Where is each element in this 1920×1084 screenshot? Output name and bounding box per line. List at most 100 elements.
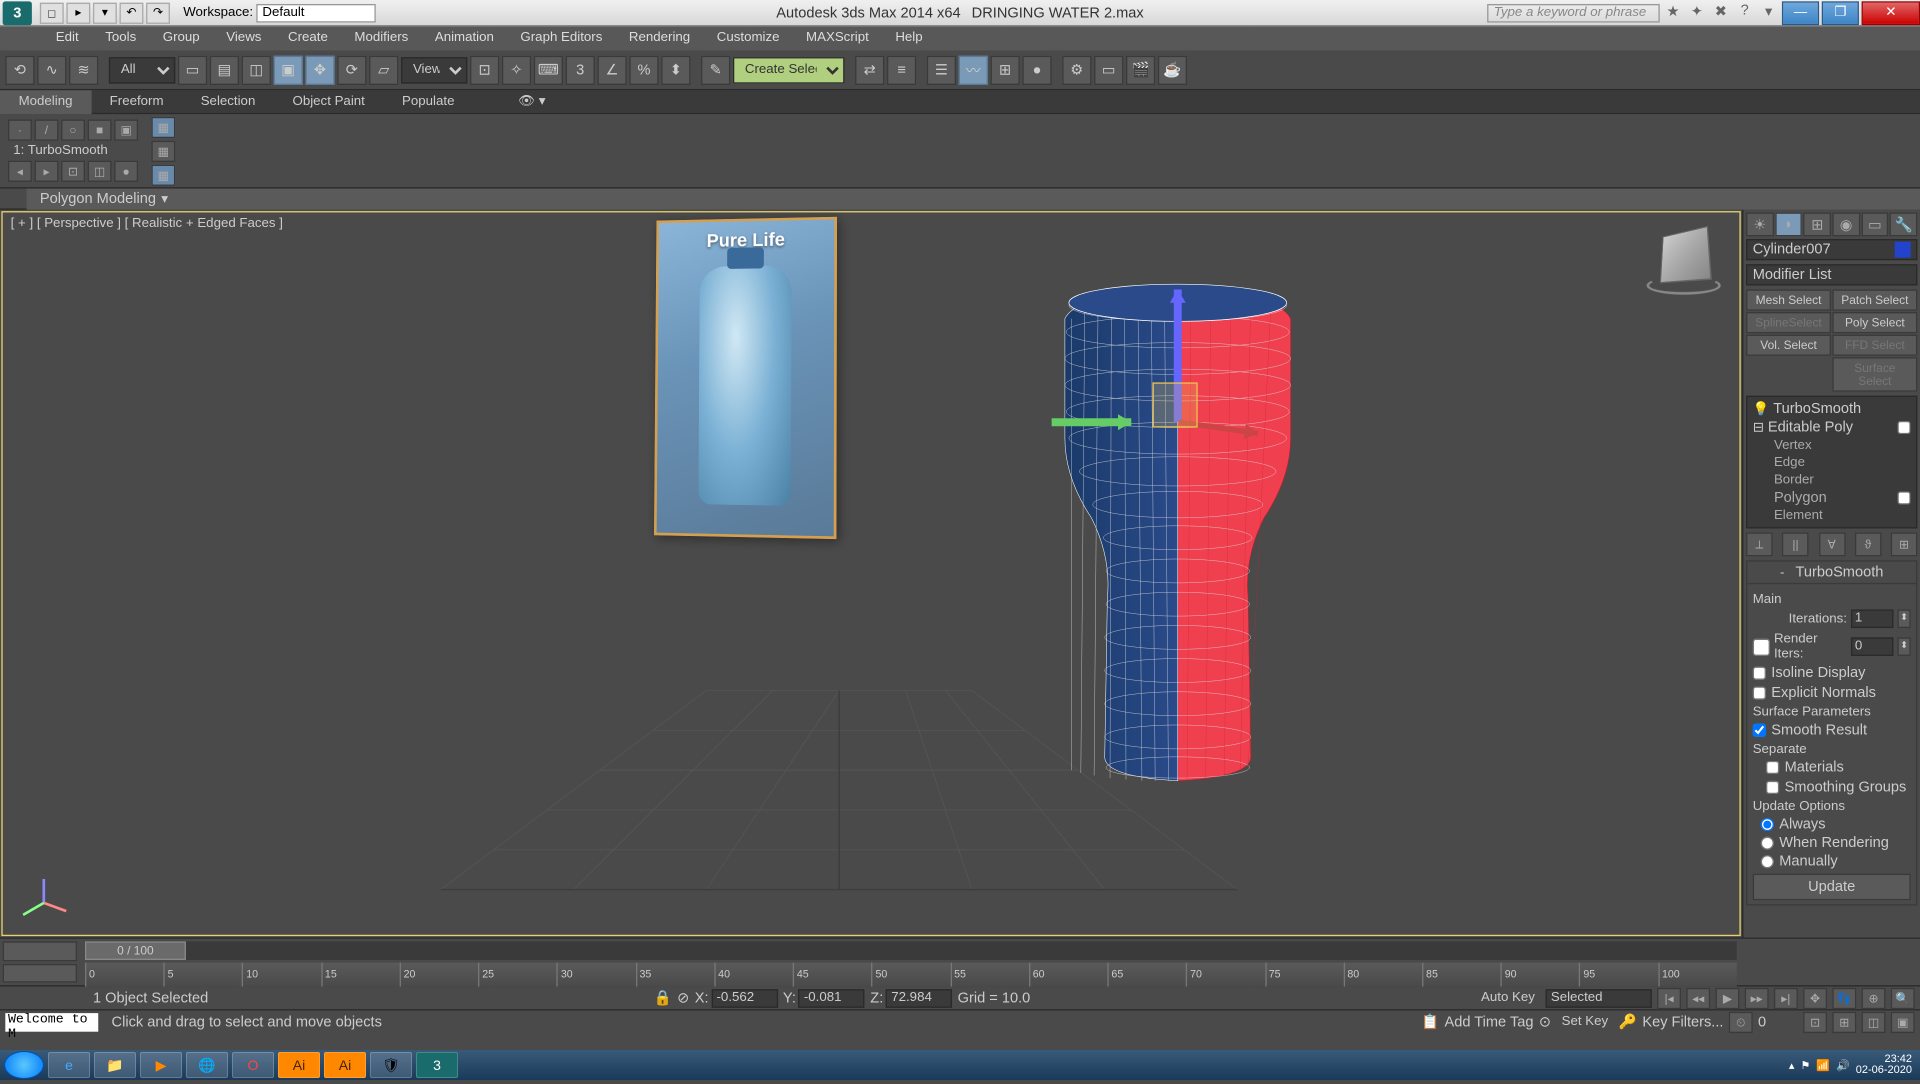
task-ai1-icon[interactable]: Ai [278, 1052, 320, 1078]
help-icon[interactable]: ? [1734, 2, 1755, 23]
rp-cage-icon[interactable]: ◫ [88, 161, 112, 182]
update-button[interactable]: Update [1753, 874, 1911, 901]
nav-zoom-icon[interactable]: 🔍 [1891, 987, 1915, 1008]
minimize-button[interactable]: — [1782, 1, 1819, 25]
object-name-field[interactable]: Cylinder007 [1746, 239, 1917, 260]
rollout-header[interactable]: - TurboSmooth [1747, 562, 1916, 585]
tray-net-icon[interactable]: 📶 [1816, 1059, 1830, 1072]
isolate-icon[interactable]: ⊙ [1539, 1013, 1551, 1030]
modifier-list-dropdown[interactable]: Modifier List [1746, 264, 1917, 285]
menu-rendering[interactable]: Rendering [616, 27, 704, 51]
teapot-icon[interactable]: ☕ [1158, 55, 1187, 84]
start-button[interactable] [4, 1051, 44, 1079]
tab-selection[interactable]: Selection [182, 90, 274, 114]
play-icon[interactable]: ▶ [1715, 987, 1739, 1008]
key-mode-icon[interactable]: 🔑 [1619, 1013, 1637, 1030]
task-ie-icon[interactable]: e [48, 1052, 90, 1078]
z-input[interactable]: 72.984 [886, 989, 952, 1008]
spinner-snap-icon[interactable]: ⬍ [661, 55, 690, 84]
viewcube[interactable] [1644, 228, 1724, 294]
menu-graph-editors[interactable]: Graph Editors [507, 27, 615, 51]
nav-max-icon[interactable]: ▣ [1891, 1011, 1915, 1032]
isoline-check[interactable] [1753, 667, 1766, 680]
stack-edge[interactable]: Edge [1750, 454, 1913, 471]
goto-start-icon[interactable]: |◂ [1657, 987, 1681, 1008]
cp-tab-motion-icon[interactable]: ◉ [1832, 212, 1859, 236]
time-slider-thumb[interactable]: 0 / 100 [85, 941, 186, 960]
tab-object-paint[interactable]: Object Paint [274, 90, 384, 114]
gizmo-xy-plane[interactable] [1153, 382, 1198, 427]
key-filter-selected[interactable]: Selected [1546, 989, 1652, 1008]
nav-orbit-icon[interactable]: ⊕ [1862, 987, 1886, 1008]
tray-up-icon[interactable]: ▴ [1789, 1059, 1795, 1072]
tab-modeling[interactable]: Modeling [0, 90, 91, 114]
cp-tab-hierarchy-icon[interactable]: ⊞ [1804, 212, 1831, 236]
smooth-result-check[interactable] [1753, 724, 1766, 737]
key-filters[interactable]: Key Filters... [1642, 1014, 1723, 1030]
btn-mesh-select[interactable]: Mesh Select [1746, 289, 1831, 310]
move-icon[interactable]: ✥ [305, 55, 334, 84]
help-search-input[interactable]: Type a keyword or phrase [1487, 3, 1660, 22]
nav-walk-icon[interactable]: 👣 [1832, 987, 1856, 1008]
task-opera-icon[interactable]: O [232, 1052, 274, 1078]
stack-config-icon[interactable]: ⊞ [1891, 532, 1918, 556]
rotate-icon[interactable]: ⟳ [337, 55, 366, 84]
app-icon[interactable]: 3 [3, 1, 32, 25]
nav-pan-icon[interactable]: ✥ [1803, 987, 1827, 1008]
goto-end-icon[interactable]: ▸| [1774, 987, 1798, 1008]
exchange-icon[interactable]: ✖ [1710, 2, 1731, 23]
stack-vertex[interactable]: Vertex [1750, 437, 1913, 454]
render-iters-spinner[interactable]: ⬍ [1897, 637, 1910, 656]
dropdown-icon[interactable]: ▾ [1758, 2, 1779, 23]
task-media-icon[interactable]: ▶ [140, 1052, 182, 1078]
menu-tools[interactable]: Tools [92, 27, 150, 51]
rp-result-icon[interactable]: ● [114, 161, 138, 182]
btn-surface-select[interactable]: Surface Select [1832, 357, 1917, 392]
cp-tab-display-icon[interactable]: ▭ [1861, 212, 1888, 236]
materials-check[interactable] [1766, 761, 1779, 774]
btn-poly-select[interactable]: Poly Select [1832, 312, 1917, 333]
selection-filter[interactable]: All [109, 56, 175, 83]
workspace-selector[interactable]: Default [256, 3, 376, 22]
rp-vertex-icon[interactable]: · [8, 120, 32, 141]
btn-vol-select[interactable]: Vol. Select [1746, 335, 1831, 356]
window-crossing-icon[interactable]: ▣ [274, 55, 303, 84]
cp-tab-utilities-icon[interactable]: 🔧 [1890, 212, 1917, 236]
update-always-radio[interactable] [1761, 818, 1774, 831]
nav-zoom-ext-icon[interactable]: ⊞ [1832, 1011, 1856, 1032]
update-rendering-radio[interactable] [1761, 837, 1774, 850]
cp-tab-create-icon[interactable]: ☀ [1746, 212, 1773, 236]
toggle-icon[interactable]: ✦ [1686, 2, 1707, 23]
task-ai2-icon[interactable]: Ai [324, 1052, 366, 1078]
menu-create[interactable]: Create [275, 27, 341, 51]
add-time-tag[interactable]: Add Time Tag [1444, 1014, 1533, 1030]
time-ruler[interactable]: 0 5 10 15 20 25 30 35 40 45 50 55 60 65 … [85, 963, 1737, 987]
render-icon[interactable]: 🎬 [1126, 55, 1155, 84]
material-editor-icon[interactable]: ● [1022, 55, 1051, 84]
rp-special3-icon[interactable]: ▦ [151, 164, 175, 185]
stack-turbosmooth[interactable]: 💡 TurboSmooth [1750, 400, 1913, 419]
iterations-spinner[interactable]: ⬍ [1897, 609, 1910, 628]
favorite-icon[interactable]: ★ [1662, 2, 1683, 23]
tab-populate[interactable]: Populate [383, 90, 473, 114]
unlink-icon[interactable]: ∿ [37, 55, 66, 84]
time-config-icon[interactable]: ⏲ [1729, 1011, 1753, 1032]
tray-vol-icon[interactable]: 🔊 [1836, 1059, 1850, 1072]
qat-redo-icon[interactable]: ↷ [146, 2, 170, 23]
time-tag-icon[interactable]: 📋 [1421, 1013, 1439, 1030]
menu-maxscript[interactable]: MAXScript [793, 27, 882, 51]
nav-zoom-all-icon[interactable]: ⊡ [1803, 1011, 1827, 1032]
ref-coord-system[interactable]: View [401, 56, 467, 83]
update-manually-radio[interactable] [1761, 855, 1774, 868]
mirror-icon[interactable]: ⇄ [855, 55, 884, 84]
menu-group[interactable]: Group [150, 27, 213, 51]
menu-help[interactable]: Help [882, 27, 936, 51]
gizmo-x-axis[interactable] [1052, 418, 1132, 426]
btn-ffd-select[interactable]: FFD Select [1832, 335, 1917, 356]
current-frame-input[interactable]: 0 [1758, 1014, 1798, 1030]
stack-polygon[interactable]: Polygon [1750, 489, 1913, 508]
align-icon[interactable]: ≡ [887, 55, 916, 84]
angle-snap-icon[interactable]: ∠ [598, 55, 627, 84]
render-iters-check[interactable] [1753, 638, 1770, 655]
ribbon-toggle-icon[interactable]: 👁 ▾ [500, 90, 564, 114]
